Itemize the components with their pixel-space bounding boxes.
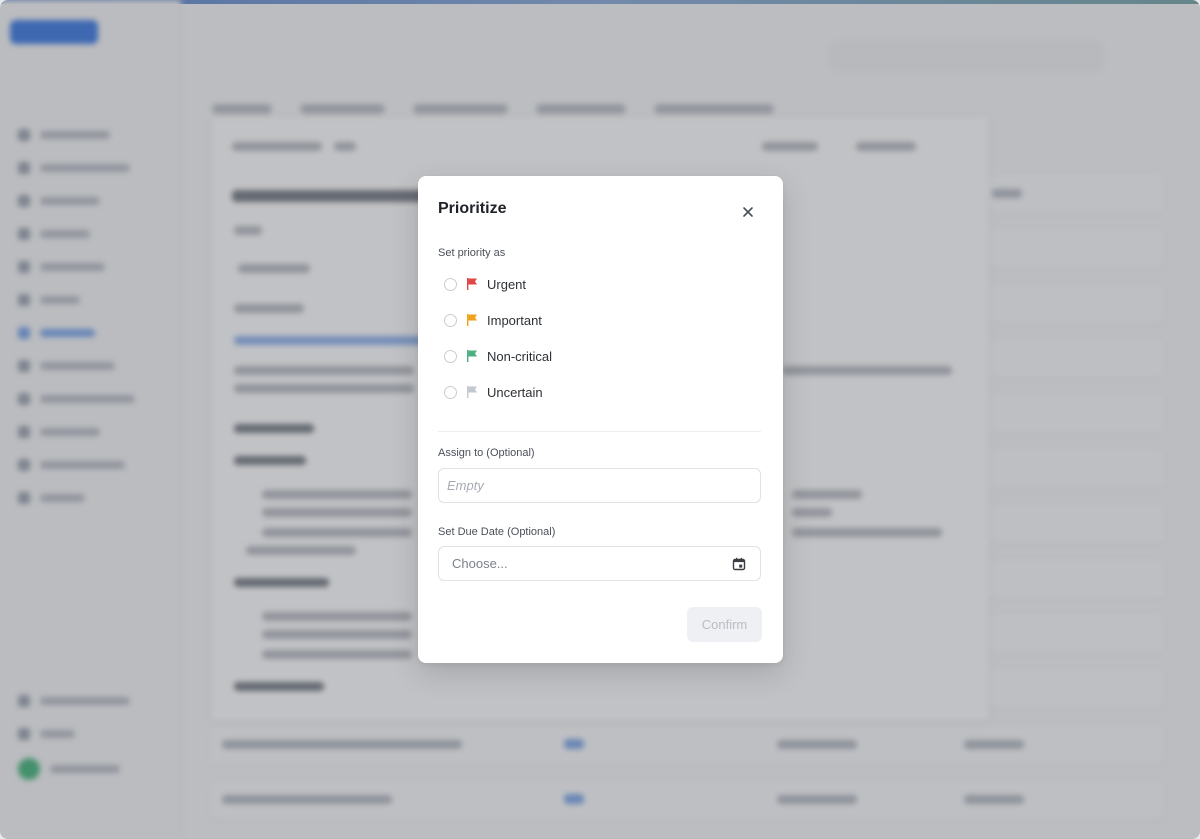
- divider: [438, 431, 761, 432]
- priority-section-label: Set priority as: [438, 247, 506, 259]
- app-screen: Prioritize Set priority as Urgent Import…: [0, 0, 1200, 839]
- radio-button[interactable]: [444, 313, 457, 327]
- assign-field[interactable]: [438, 468, 761, 503]
- priority-option-important[interactable]: Important: [444, 310, 542, 330]
- radio-button[interactable]: [444, 385, 457, 399]
- option-label: Important: [487, 312, 542, 328]
- flag-icon: [467, 350, 477, 362]
- option-label: Urgent: [487, 276, 527, 292]
- due-date-placeholder: Choose...: [452, 556, 508, 571]
- priority-option-non-critical[interactable]: Non-critical: [444, 346, 552, 366]
- due-date-picker[interactable]: Choose...: [438, 546, 761, 581]
- due-date-label: Set Due Date (Optional): [438, 526, 556, 538]
- radio-button[interactable]: [444, 349, 457, 363]
- close-icon: [743, 207, 753, 217]
- priority-option-urgent[interactable]: Urgent: [444, 274, 526, 294]
- assign-label: Assign to (Optional): [438, 447, 535, 459]
- assign-input[interactable]: [439, 469, 760, 502]
- flag-icon: [467, 314, 477, 326]
- option-label: Uncertain: [487, 384, 543, 400]
- priority-option-uncertain[interactable]: Uncertain: [444, 382, 543, 402]
- close-button[interactable]: [736, 200, 760, 224]
- calendar-icon[interactable]: [732, 557, 746, 571]
- confirm-button[interactable]: Confirm: [687, 607, 762, 642]
- radio-button[interactable]: [444, 277, 457, 291]
- flag-icon: [467, 386, 477, 398]
- flag-icon: [467, 278, 477, 290]
- prioritize-modal: Prioritize Set priority as Urgent Import…: [418, 176, 783, 663]
- modal-title: Prioritize: [438, 200, 507, 217]
- option-label: Non-critical: [487, 348, 553, 364]
